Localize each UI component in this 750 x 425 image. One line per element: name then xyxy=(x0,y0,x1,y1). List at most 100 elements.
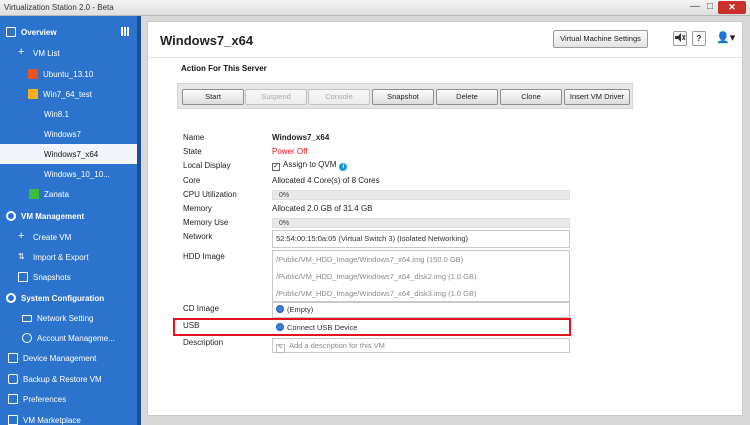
sidebar-item-label: Import & Export xyxy=(33,252,89,262)
snapshot-button[interactable]: Snapshot xyxy=(372,89,434,105)
cd-image-label: CD Image xyxy=(183,304,220,313)
sidebar-item-snapshots[interactable]: Snapshots xyxy=(0,267,137,287)
hdd-image-item[interactable]: /Public/VM_HDD_Image/Windows7_x64_disk3.… xyxy=(273,285,569,302)
sidebar-item-label: VM Management xyxy=(21,211,85,221)
memory-use-bar: 0% xyxy=(272,218,570,228)
user-menu-icon[interactable]: 👤▾ xyxy=(716,31,735,44)
local-display-setting: ✓ Assign to QVM i xyxy=(272,160,348,171)
windows-icon xyxy=(29,169,39,179)
pencil-icon: ✎ xyxy=(276,344,285,353)
vm-list-item-label: Win7_64_test xyxy=(43,89,92,99)
windows-icon xyxy=(29,129,39,139)
window-titlebar: Virtualization Station 2.0 - Beta — □ ✕ xyxy=(0,0,750,16)
overview-icon xyxy=(6,27,16,37)
window-title: Virtualization Station 2.0 - Beta xyxy=(4,3,114,12)
vm-icon xyxy=(29,189,39,199)
memory-use-label: Memory Use xyxy=(183,218,229,227)
vm-list-item-label: Win8.1 xyxy=(44,109,69,119)
sidebar-item-label: System Configuration xyxy=(21,293,105,303)
cd-radio-icon[interactable] xyxy=(276,305,284,313)
hdd-image-item[interactable]: /Public/VM_HDD_Image/Windows7_x64_disk2.… xyxy=(273,268,569,285)
assign-qvm-label: Assign to QVM xyxy=(283,160,337,169)
sidebar-item-vm-list[interactable]: + VM List xyxy=(0,44,137,62)
backup-icon xyxy=(8,374,18,384)
plus-icon: + xyxy=(18,46,25,58)
minimize-button[interactable]: — xyxy=(689,1,701,14)
delete-button[interactable]: Delete xyxy=(436,89,498,105)
sidebar-item-label: Preferences xyxy=(23,394,67,404)
hdd-image-label: HDD Image xyxy=(183,252,225,261)
info-icon[interactable]: i xyxy=(339,163,348,171)
vm-list-item[interactable]: Win8.1 xyxy=(0,104,137,124)
sidebar-item-label: Account Manageme... xyxy=(37,333,115,343)
sidebar-item-label: Device Management xyxy=(23,353,97,363)
vm-list-item[interactable]: Win7_64_test xyxy=(0,84,137,104)
page-title: Windows7_x64 xyxy=(160,33,254,48)
state-label: State xyxy=(183,147,202,156)
sidebar-item-device-management[interactable]: Device Management xyxy=(0,348,137,368)
ubuntu-icon xyxy=(28,69,38,79)
sidebar-item-overview[interactable]: Overview xyxy=(0,22,137,42)
vm-list-item[interactable]: Zanata xyxy=(0,184,137,204)
sidebar: Overview + VM List Ubuntu_13.10 Win7_64_… xyxy=(0,16,141,425)
sidebar-item-vm-marketplace[interactable]: VM Marketplace xyxy=(0,410,137,425)
sidebar-item-label: Create VM xyxy=(33,232,72,242)
hdd-image-item[interactable]: /Public/VM_HDD_Image/Windows7_x64.img (1… xyxy=(273,251,569,268)
network-value: 52:54:00:15:0a:05 (Virtual Switch 3) (Is… xyxy=(276,234,469,243)
cd-image-value: (Empty) xyxy=(287,305,314,314)
start-button[interactable]: Start xyxy=(182,89,244,105)
help-icon[interactable]: ? xyxy=(692,31,706,46)
vm-list-item-selected[interactable]: Windows7_x64 xyxy=(0,144,137,164)
sidebar-item-label: Snapshots xyxy=(33,272,71,282)
hdd-image-list[interactable]: /Public/VM_HDD_Image/Windows7_x64.img (1… xyxy=(272,250,570,302)
sidebar-item-label: Backup & Restore VM xyxy=(23,374,102,384)
vm-settings-button[interactable]: Virtual Machine Settings xyxy=(553,30,648,48)
grid-icon[interactable] xyxy=(121,27,130,36)
plus-icon: + xyxy=(18,230,25,242)
clone-button[interactable]: Clone xyxy=(500,89,562,105)
suspend-button[interactable]: Suspend xyxy=(245,89,307,105)
console-button[interactable]: Console xyxy=(308,89,370,105)
description-label: Description xyxy=(183,338,224,347)
sidebar-item-preferences[interactable]: Preferences xyxy=(0,389,137,409)
sidebar-item-vm-management[interactable]: VM Management xyxy=(0,206,137,226)
snapshot-icon xyxy=(18,272,28,282)
marketplace-icon xyxy=(8,415,18,425)
speaker-icon[interactable] xyxy=(673,31,687,46)
vm-icon xyxy=(28,89,38,99)
insert-vm-driver-button[interactable]: Insert VM Driver xyxy=(564,89,630,105)
vm-list-item[interactable]: Windows_10_10... xyxy=(0,164,137,184)
sidebar-item-backup-restore[interactable]: Backup & Restore VM xyxy=(0,369,137,389)
core-value: Allocated 4 Core(s) of 8 Cores xyxy=(272,176,380,185)
sidebar-item-system-configuration[interactable]: System Configuration xyxy=(0,288,137,308)
import-export-icon: ⇅ xyxy=(18,252,25,261)
sidebar-item-import-export[interactable]: ⇅ Import & Export xyxy=(0,247,137,267)
action-section-title: Action For This Server xyxy=(181,64,267,73)
core-label: Core xyxy=(183,176,201,185)
name-value: Windows7_x64 xyxy=(272,133,330,142)
sidebar-scrollbar[interactable] xyxy=(137,16,141,425)
sidebar-item-account-management[interactable]: Account Manageme... xyxy=(0,328,137,348)
sidebar-item-create-vm[interactable]: + Create VM xyxy=(0,227,137,247)
preferences-icon xyxy=(8,394,18,404)
account-icon xyxy=(22,333,32,343)
sidebar-item-label: Network Setting xyxy=(37,313,94,323)
cpu-utilization-label: CPU Utilization xyxy=(183,190,237,199)
network-field[interactable]: 52:54:00:15:0a:05 (Virtual Switch 3) (Is… xyxy=(272,230,570,248)
sidebar-item-network-setting[interactable]: Network Setting xyxy=(0,308,137,328)
close-button[interactable]: ✕ xyxy=(718,1,746,14)
vm-list-item-label: Windows_10_10... xyxy=(44,169,110,179)
sidebar-item-label: VM Marketplace xyxy=(23,415,81,425)
maximize-button[interactable]: □ xyxy=(704,1,716,14)
sidebar-item-label: Overview xyxy=(21,27,57,37)
vm-list-item-label: Windows7_x64 xyxy=(44,149,99,159)
assign-qvm-checkbox[interactable]: ✓ xyxy=(272,163,280,171)
action-toolbar: Start Suspend Console Snapshot Delete Cl… xyxy=(177,83,633,109)
local-display-label: Local Display xyxy=(183,161,231,170)
vm-list-item[interactable]: Ubuntu_13.10 xyxy=(0,64,137,84)
vm-list-item[interactable]: Windows7 xyxy=(0,124,137,144)
cd-image-field[interactable]: (Empty) xyxy=(272,302,570,318)
description-input[interactable]: ✎ Add a description for this VM xyxy=(272,338,570,353)
cpu-utilization-bar: 0% xyxy=(272,190,570,200)
main-panel: Windows7_x64 Virtual Machine Settings ? … xyxy=(147,21,743,416)
